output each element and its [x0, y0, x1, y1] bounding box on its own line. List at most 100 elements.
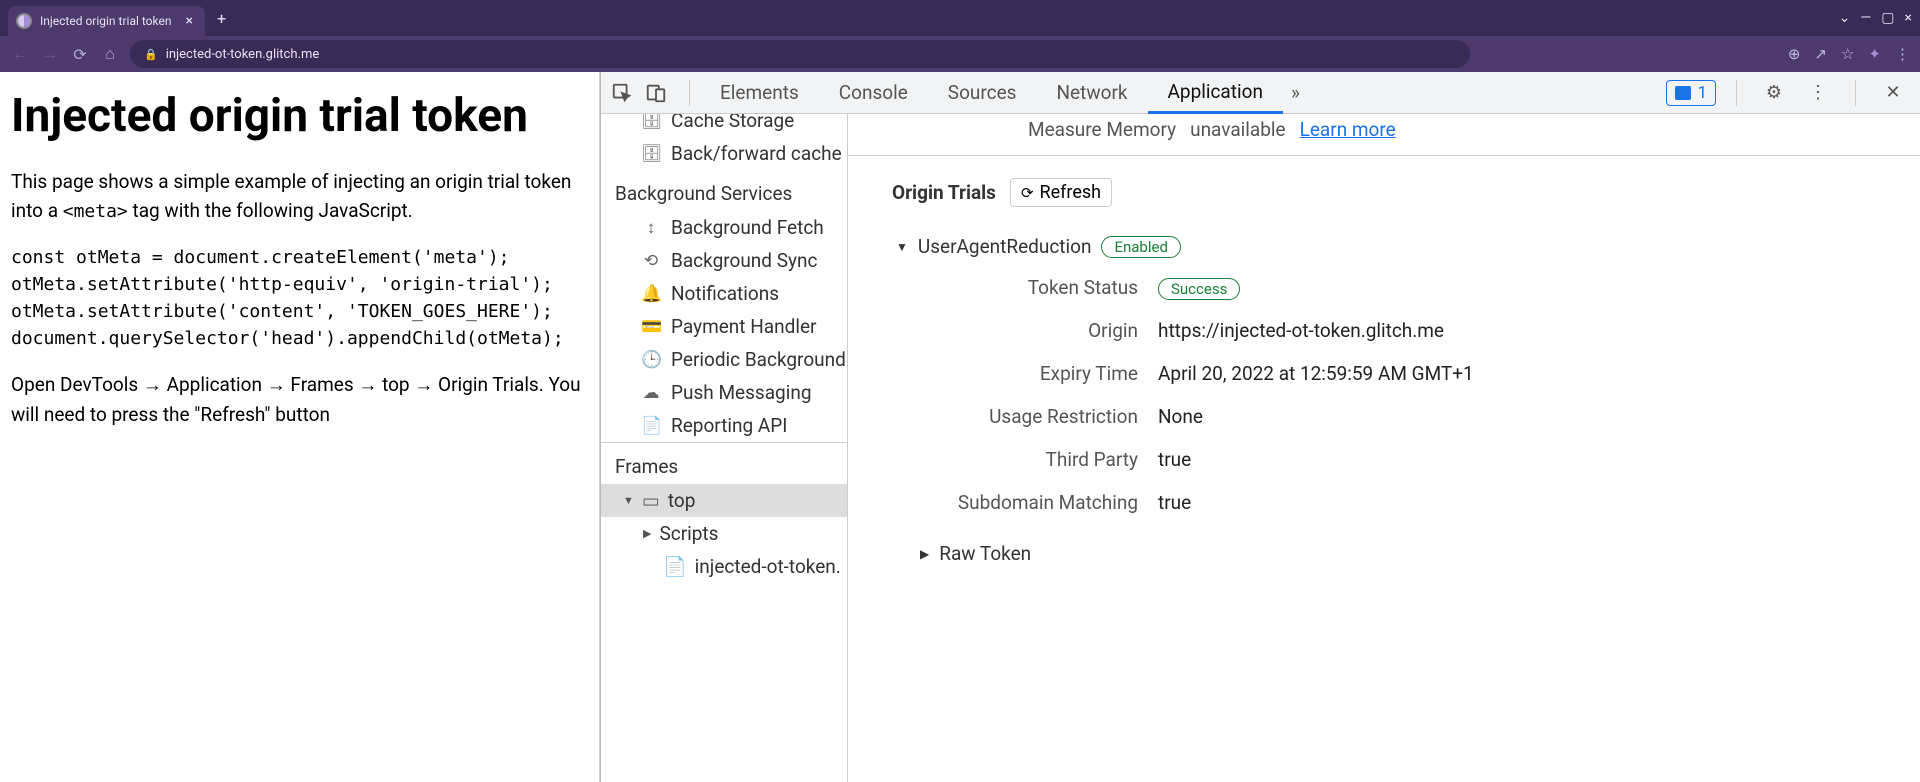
- card-icon: 💳: [641, 317, 661, 337]
- omnibox[interactable]: 🔒 injected-ot-token.glitch.me: [130, 40, 1470, 68]
- sidebar-item-periodic-sync[interactable]: 🕒Periodic Background: [601, 343, 847, 376]
- settings-icon[interactable]: ⚙: [1757, 82, 1791, 103]
- sidebar-item-background-sync[interactable]: ⟲Background Sync: [601, 244, 847, 277]
- measure-memory-row: Measure Memory unavailable Learn more: [1028, 114, 1920, 155]
- disclosure-triangle-icon[interactable]: ▶: [920, 547, 929, 561]
- minimize-icon[interactable]: —: [1860, 10, 1871, 26]
- chevron-down-icon[interactable]: ⌄: [1839, 10, 1851, 26]
- browser-tab-strip: Injected origin trial token × + ⌄ — ▢ ×: [0, 0, 1920, 36]
- kv-third-party: Third Party true: [848, 438, 1920, 481]
- bookmark-icon[interactable]: ☆: [1841, 45, 1854, 63]
- issues-count: 1: [1697, 83, 1707, 103]
- kv-value: None: [1158, 405, 1203, 428]
- sidebar-item-push-messaging[interactable]: ☁Push Messaging: [601, 376, 847, 409]
- zoom-icon[interactable]: ⊕: [1788, 45, 1801, 63]
- cloud-icon: ☁: [641, 383, 661, 403]
- code-block: const otMeta = document.createElement('m…: [11, 244, 588, 352]
- sidebar-item-bfcache[interactable]: 🗄 Back/forward cache: [601, 137, 847, 170]
- trial-row[interactable]: ▼ UserAgentReduction Enabled: [848, 213, 1920, 266]
- document-icon: 📄: [641, 416, 661, 436]
- devtools-toolbar: Elements Console Sources Network Applica…: [601, 72, 1920, 114]
- page-title: Injected origin trial token: [11, 89, 588, 143]
- tab-network[interactable]: Network: [1036, 72, 1147, 114]
- devtools-panel: Elements Console Sources Network Applica…: [600, 72, 1920, 782]
- database-icon: 🗄: [641, 114, 661, 131]
- reload-button[interactable]: ⟳: [70, 45, 90, 64]
- database-icon: 🗄: [641, 144, 661, 164]
- kv-key: Origin: [848, 319, 1138, 342]
- issues-badge[interactable]: 1: [1666, 80, 1716, 106]
- browser-tab[interactable]: Injected origin trial token ×: [8, 6, 205, 36]
- devtools-menu-icon[interactable]: ⋮: [1801, 82, 1835, 103]
- sidebar-item-reporting-api[interactable]: 📄 Reporting API: [601, 409, 847, 442]
- disclosure-triangle-icon[interactable]: ▼: [896, 240, 908, 254]
- raw-token-label: Raw Token: [939, 542, 1031, 565]
- frame-leaf[interactable]: 📄 injected-ot-token.: [601, 550, 847, 583]
- sidebar-item-cache-storage[interactable]: 🗄 Cache Storage: [601, 114, 847, 137]
- divider: [848, 155, 1920, 156]
- origin-trials-header: Origin Trials ⟳ Refresh: [848, 172, 1920, 213]
- kv-origin: Origin https://injected-ot-token.glitch.…: [848, 309, 1920, 352]
- tab-close-icon[interactable]: ×: [185, 13, 192, 29]
- sidebar-item-label: Reporting API: [671, 414, 787, 437]
- measure-memory-value: unavailable: [1190, 118, 1286, 141]
- maximize-icon[interactable]: ▢: [1881, 10, 1894, 26]
- frame-label: injected-ot-token.: [695, 555, 841, 578]
- close-window-icon[interactable]: ×: [1905, 10, 1912, 26]
- disclosure-triangle-icon[interactable]: ▼: [623, 494, 634, 507]
- sidebar-item-label: Notifications: [671, 282, 779, 305]
- tabs-overflow[interactable]: »: [1283, 72, 1308, 114]
- frame-label: top: [668, 489, 696, 512]
- sync-icon: ⟲: [641, 251, 661, 271]
- tab-console[interactable]: Console: [819, 72, 928, 114]
- sidebar-item-payment-handler[interactable]: 💳 Payment Handler: [601, 310, 847, 343]
- tab-favicon: [16, 13, 32, 29]
- meta-code: <meta>: [63, 201, 128, 222]
- menu-icon[interactable]: ⋮: [1895, 45, 1910, 63]
- sidebar-item-notifications[interactable]: 🔔 Notifications: [601, 277, 847, 310]
- kv-value: April 20, 2022 at 12:59:59 AM GMT+1: [1158, 362, 1474, 385]
- forward-button[interactable]: →: [40, 44, 60, 64]
- window-icon: ▭: [642, 489, 660, 512]
- devtools-close-icon[interactable]: ✕: [1876, 82, 1910, 103]
- measure-memory-label: Measure Memory: [1028, 118, 1176, 141]
- kv-expiry: Expiry Time April 20, 2022 at 12:59:59 A…: [848, 352, 1920, 395]
- frame-top[interactable]: ▼ ▭ top: [601, 484, 847, 517]
- refresh-label: Refresh: [1040, 182, 1102, 203]
- enabled-badge: Enabled: [1101, 236, 1180, 258]
- tab-title: Injected origin trial token: [40, 14, 171, 28]
- application-sidebar: 🗄 Cache Storage 🗄 Back/forward cache Bac…: [601, 114, 848, 782]
- kv-key: Token Status: [848, 276, 1138, 299]
- share-icon[interactable]: ↗: [1814, 45, 1827, 63]
- kv-value: true: [1158, 448, 1191, 471]
- learn-more-link[interactable]: Learn more: [1300, 118, 1396, 141]
- back-button[interactable]: ←: [10, 44, 30, 64]
- kv-key: Third Party: [848, 448, 1138, 471]
- home-button[interactable]: ⌂: [100, 44, 120, 64]
- device-toggle-icon[interactable]: [645, 82, 679, 104]
- kv-subdomain: Subdomain Matching true: [848, 481, 1920, 524]
- new-tab-button[interactable]: +: [217, 9, 226, 28]
- kv-usage: Usage Restriction None: [848, 395, 1920, 438]
- sidebar-item-background-fetch[interactable]: ↕Background Fetch: [601, 211, 847, 244]
- window-controls: ⌄ — ▢ ×: [1839, 10, 1912, 26]
- inspect-icon[interactable]: [611, 82, 645, 104]
- bell-icon: 🔔: [641, 284, 661, 304]
- kv-key: Expiry Time: [848, 362, 1138, 385]
- tab-sources[interactable]: Sources: [928, 72, 1037, 114]
- refresh-icon: ⟳: [1021, 184, 1034, 202]
- refresh-button[interactable]: ⟳ Refresh: [1010, 178, 1112, 207]
- sidebar-item-label: Payment Handler: [671, 315, 816, 338]
- disclosure-triangle-icon[interactable]: ▶: [643, 527, 651, 540]
- origin-trials-label: Origin Trials: [892, 181, 996, 204]
- success-badge: Success: [1158, 278, 1240, 300]
- fetch-icon: ↕: [641, 218, 661, 238]
- raw-token-row[interactable]: ▶ Raw Token: [848, 524, 1920, 565]
- tab-application[interactable]: Application: [1148, 72, 1283, 114]
- sidebar-section-background-services: Background Services: [601, 170, 847, 211]
- frame-label: Scripts: [659, 522, 718, 545]
- kv-token-status: Token Status Success: [848, 266, 1920, 309]
- frame-scripts[interactable]: ▶ Scripts: [601, 517, 847, 550]
- tab-elements[interactable]: Elements: [700, 72, 819, 114]
- extensions-icon[interactable]: ✦: [1868, 45, 1881, 63]
